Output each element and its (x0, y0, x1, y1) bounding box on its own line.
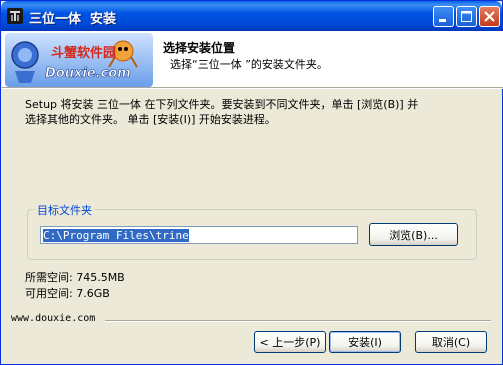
intro-line-2: 选择其他的文件夹。 单击 [安装(I)] 开始安装进程。 (25, 113, 276, 126)
close-icon (484, 11, 495, 22)
app-icon (7, 8, 23, 24)
footer-site-link[interactable]: www.douxie.com (11, 313, 95, 324)
maximize-button[interactable] (456, 6, 477, 27)
install-button[interactable]: 安装(I) (329, 331, 401, 353)
minimize-button[interactable] (433, 6, 454, 27)
window-title: 三位一体 安装 (29, 12, 117, 27)
header-panel: 斗蟹软件园 Douxie.com 选择安装位置 选择“三位一体 ”的安装文件夹。 (2, 31, 503, 88)
install-path-value: C:\Program Files\trine (43, 229, 189, 242)
back-button[interactable]: < 上一步(P) (254, 331, 326, 353)
logo-text-top: 斗蟹软件园 (51, 45, 116, 61)
required-space: 所需空间: 745.5MB (25, 271, 125, 284)
target-folder-label: 目标文件夹 (35, 202, 94, 218)
title-bar[interactable]: 三位一体 安装 (1, 1, 502, 31)
maximize-icon (461, 11, 472, 22)
footer-divider (105, 320, 491, 322)
douxie-logo: 斗蟹软件园 Douxie.com (5, 33, 153, 87)
cancel-button[interactable]: 取消(C) (415, 331, 487, 353)
close-button[interactable] (479, 6, 500, 27)
installer-window: 三位一体 安装 斗蟹软件园 Douxie.com 选择安装位置 选择“三位一体 … (0, 0, 503, 365)
page-title: 选择安装位置 (163, 41, 236, 55)
minimize-icon (439, 19, 446, 22)
logo-text-bottom: Douxie.com (45, 66, 131, 81)
header-divider (2, 88, 503, 89)
browse-button[interactable]: 浏览(B)... (369, 223, 458, 246)
intro-text: Setup 将安装 三位一体 在下列文件夹。要安装到不同文件夹，单击 [浏览(B… (25, 97, 485, 127)
page-subtitle: 选择“三位一体 ”的安装文件夹。 (170, 58, 328, 71)
intro-line-1: Setup 将安装 三位一体 在下列文件夹。要安装到不同文件夹，单击 [浏览(B… (25, 98, 419, 111)
available-space: 可用空间: 7.6GB (25, 287, 110, 300)
